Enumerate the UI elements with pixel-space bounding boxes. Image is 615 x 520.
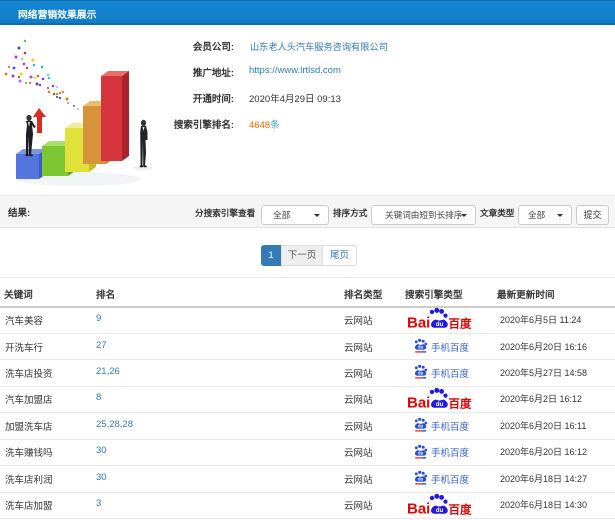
svg-text:Bai: Bai bbox=[407, 395, 430, 410]
svg-text:百度: 百度 bbox=[449, 503, 472, 516]
svg-text:du: du bbox=[418, 477, 424, 482]
svg-text:Bai: Bai bbox=[407, 501, 430, 516]
svg-text:du: du bbox=[418, 371, 424, 376]
svg-text:du: du bbox=[436, 401, 444, 408]
svg-text:du: du bbox=[418, 345, 424, 350]
svg-text:du: du bbox=[436, 507, 444, 514]
svg-text:du: du bbox=[418, 451, 424, 456]
svg-text:Bai: Bai bbox=[407, 315, 430, 330]
svg-text:百度: 百度 bbox=[449, 317, 472, 330]
svg-text:du: du bbox=[436, 321, 444, 328]
svg-text:百度: 百度 bbox=[449, 397, 472, 410]
svg-text:du: du bbox=[418, 424, 424, 429]
